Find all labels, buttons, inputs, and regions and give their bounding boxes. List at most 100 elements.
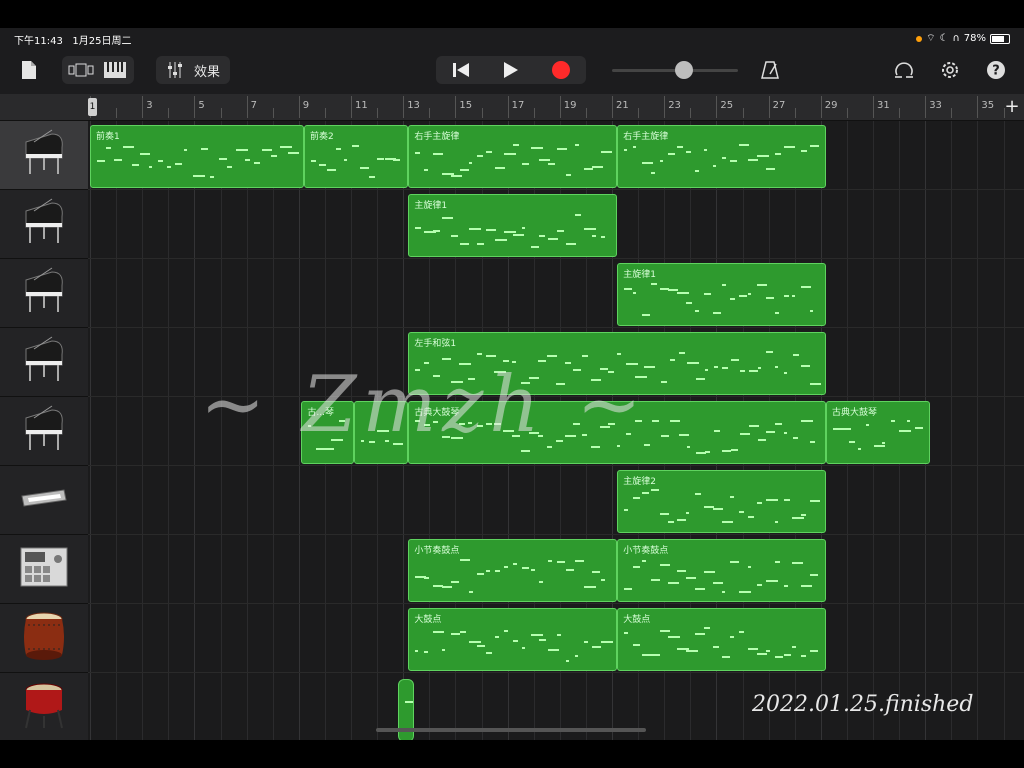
music-region[interactable]: 主旋律1 [408, 194, 618, 257]
metronome-button[interactable] [756, 56, 784, 84]
help-button[interactable]: ? [982, 56, 1010, 84]
midi-note [592, 235, 597, 237]
midi-note [748, 425, 759, 427]
track-lane [88, 259, 1024, 328]
midi-note [915, 427, 924, 429]
midi-note [624, 149, 628, 151]
midi-note [696, 378, 706, 380]
track-header[interactable] [0, 190, 88, 259]
play-button[interactable] [486, 61, 536, 79]
midi-note [424, 577, 430, 579]
track-header[interactable] [0, 535, 88, 604]
music-region[interactable]: 主旋律1 [617, 263, 827, 326]
track-header[interactable] [0, 121, 88, 190]
go-to-start-button[interactable] [436, 62, 486, 78]
region-label: 左手和弦1 [414, 339, 457, 349]
ruler-tick [272, 108, 274, 118]
midi-note [775, 423, 783, 425]
region-label: 主旋律1 [414, 201, 448, 211]
midi-note [748, 370, 758, 372]
track-header[interactable] [0, 673, 88, 742]
music-region[interactable]: 前奏2 [304, 125, 409, 188]
tracks-view-button[interactable] [64, 63, 98, 77]
music-region[interactable]: 大鼓点 [408, 608, 618, 671]
finished-caption: 2022.01.25.finished [752, 692, 974, 717]
music-region[interactable]: 小节奏鼓点 [617, 539, 827, 602]
midi-note [704, 369, 708, 371]
ruler-tick [481, 108, 483, 118]
ruler-tick [168, 108, 170, 118]
track-header[interactable] [0, 397, 88, 466]
midi-note [592, 166, 604, 168]
midi-note [668, 636, 681, 638]
document-icon [22, 61, 36, 79]
midi-note [704, 451, 710, 453]
midi-note [393, 159, 401, 161]
midi-note [757, 584, 763, 586]
ruler-tick [559, 96, 561, 118]
ruler-bar-number: 33 [929, 100, 942, 111]
midi-note [583, 228, 596, 230]
keyboard-button[interactable] [98, 62, 132, 78]
midi-note [486, 570, 491, 572]
midi-note [582, 355, 589, 357]
loop-browser-button[interactable] [890, 56, 918, 84]
midi-note [722, 367, 729, 369]
midi-note [874, 445, 886, 447]
ruler-bar-number: 17 [511, 100, 525, 111]
midi-note [765, 168, 775, 170]
music-region[interactable]: 主旋律2 [617, 470, 827, 533]
track-header[interactable] [0, 259, 88, 328]
add-section-button[interactable]: + [1002, 97, 1022, 117]
track-header[interactable] [0, 604, 88, 673]
midi-note [476, 353, 482, 355]
midi-note [459, 243, 469, 245]
track-header[interactable] [0, 328, 88, 397]
bass-drum-icon [22, 680, 66, 734]
gear-icon [942, 62, 958, 78]
midi-note [236, 149, 249, 151]
midi-note [574, 144, 579, 146]
midi-note [721, 521, 733, 523]
midi-note [731, 449, 739, 451]
region-label: 前奏2 [310, 132, 334, 142]
music-region[interactable]: 右手主旋律 [408, 125, 618, 188]
ruler-bar-number: 29 [824, 100, 838, 111]
midi-note [521, 647, 525, 649]
music-region[interactable]: 古典大鼓琴 [826, 401, 931, 464]
ruler-tick [194, 96, 196, 118]
midi-note [686, 512, 690, 514]
music-region[interactable]: 大鼓点 [617, 608, 827, 671]
settings-button[interactable] [936, 56, 964, 84]
playhead[interactable]: 1 [88, 98, 97, 116]
midi-note [659, 288, 669, 290]
ruler-bar-number: 25 [720, 100, 734, 111]
fx-button[interactable]: 效果 [156, 56, 230, 84]
my-songs-button[interactable] [14, 56, 44, 84]
region-label: 小节奏鼓点 [623, 546, 669, 556]
midi-note [441, 649, 445, 651]
record-button[interactable] [536, 60, 586, 80]
midi-note [739, 511, 745, 513]
metronome-icon [761, 61, 779, 79]
music-region[interactable]: 右手主旋律 [617, 125, 827, 188]
music-region[interactable]: 小节奏鼓点 [408, 539, 618, 602]
ruler-bar-number: 27 [772, 100, 786, 111]
midi-note [512, 144, 519, 146]
midi-note [495, 167, 506, 169]
region-label: 主旋律2 [623, 477, 656, 487]
midi-note [459, 631, 466, 633]
midi-note [641, 560, 646, 562]
volume-knob[interactable] [675, 61, 693, 79]
midi-note [748, 566, 752, 568]
timeline-ruler[interactable]: 1357911131517192123252729313335 1 + [0, 94, 1024, 121]
master-volume-slider[interactable] [612, 56, 738, 84]
music-region[interactable]: 前奏1 [90, 125, 305, 188]
horizontal-scrollbar[interactable] [376, 728, 646, 732]
ruler-tick [429, 108, 431, 118]
midi-note [801, 585, 813, 587]
midi-note [415, 650, 419, 652]
track-header[interactable] [0, 466, 88, 535]
midi-note [650, 654, 660, 656]
wifi-icon: ⌔ [926, 33, 936, 44]
